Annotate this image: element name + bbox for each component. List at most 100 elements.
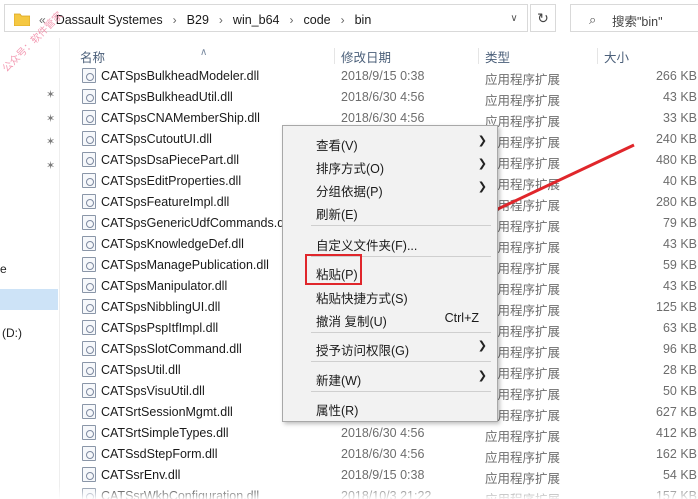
file-size: 50 KB	[662, 384, 697, 398]
file-name: CATSpsCNAMemberShip.dll	[101, 111, 260, 125]
column-divider[interactable]	[334, 48, 335, 64]
file-name: CATSpsBulkheadUtil.dll	[101, 90, 233, 104]
file-name: CATSpsPspItfImpl.dll	[101, 321, 219, 335]
menu-item-sort[interactable]: 排序方式(O) ❯	[283, 154, 497, 176]
file-size: 266 KB	[655, 69, 697, 83]
navigation-pane: ✶ ✶ ✶ ✶ e (D:)	[0, 38, 60, 499]
pin-icon: ✶	[46, 160, 56, 172]
file-size: 162 KB	[655, 447, 697, 461]
menu-separator	[311, 391, 491, 392]
file-size: 28 KB	[662, 363, 697, 377]
breadcrumb: « Dassault Systemes › B29 › win_b64 › co…	[39, 11, 374, 29]
dll-file-icon	[82, 152, 96, 167]
refresh-button[interactable]: ↻	[530, 4, 556, 32]
dll-file-icon	[82, 425, 96, 440]
menu-item-label: 分组依据(P)	[316, 185, 383, 199]
menu-item-customize-folder[interactable]: 自定义文件夹(F)...	[283, 231, 497, 253]
breadcrumb-item-win-b64[interactable]: win_b64	[230, 13, 283, 27]
file-name: CATSpsEditProperties.dll	[101, 174, 242, 188]
nav-item-partial[interactable]: e	[0, 262, 7, 276]
address-bar[interactable]: « Dassault Systemes › B29 › win_b64 › co…	[4, 4, 528, 32]
menu-item-label: 撤消 复制(U)	[316, 315, 387, 329]
column-divider[interactable]	[478, 48, 479, 64]
file-name: CATSpsKnowledgeDef.dll	[101, 237, 244, 251]
file-size: 412 KB	[655, 426, 697, 440]
menu-item-label: 粘贴快捷方式(S)	[316, 292, 408, 306]
file-row[interactable]: CATSpsBulkheadUtil.dll 2018/6/30 4:56 应用程序…	[60, 86, 698, 108]
menu-item-undo-copy[interactable]: 撤消 复制(U) Ctrl+Z	[283, 307, 497, 329]
file-size: 54 KB	[662, 468, 697, 482]
breadcrumb-item-bin[interactable]: bin	[352, 13, 375, 27]
file-name: CATSpsNibblingUI.dll	[101, 300, 221, 314]
dll-file-icon	[82, 131, 96, 146]
menu-item-new[interactable]: 新建(W) ❯	[283, 366, 497, 388]
file-row[interactable]: CATSpsBulkheadModeler.dll 2018/9/15 0:38 应…	[60, 65, 698, 87]
file-size: 59 KB	[662, 258, 697, 272]
menu-item-properties[interactable]: 属性(R)	[283, 396, 497, 418]
nav-item-selected[interactable]	[0, 289, 58, 310]
dll-file-icon	[82, 110, 96, 125]
column-divider[interactable]	[597, 48, 598, 64]
paste-highlight-box	[305, 254, 362, 285]
file-date: 2018/6/30 4:56	[341, 447, 425, 461]
column-header-size[interactable]: 大小	[604, 47, 629, 66]
bottom-fade	[0, 486, 698, 499]
file-name: CATSsdStepForm.dll	[101, 447, 218, 461]
file-row[interactable]: CATSsdStepForm.dll 2018/6/30 4:56 应用程序扩展 16…	[60, 443, 698, 465]
file-size: 480 KB	[655, 153, 697, 167]
file-row[interactable]: CATSrtSimpleTypes.dll 2018/6/30 4:56 应用程序扩…	[60, 422, 698, 444]
menu-item-label: 授予访问权限(G)	[316, 344, 410, 358]
file-date: 2018/9/15 0:38	[341, 69, 425, 83]
column-header-name[interactable]: 名称	[80, 47, 105, 66]
search-icon: ⌕	[589, 12, 597, 27]
file-name: CATSrtSimpleTypes.dll	[101, 426, 229, 440]
chevron-right-icon: ›	[172, 13, 177, 27]
chevron-right-icon: ›	[340, 13, 345, 27]
menu-separator	[311, 225, 491, 226]
file-name: CATSpsManagePublication.dll	[101, 258, 269, 272]
dll-file-icon	[82, 446, 96, 461]
menu-item-group[interactable]: 分组依据(P) ❯	[283, 177, 497, 199]
dll-file-icon	[82, 467, 96, 482]
pin-icon: ✶	[46, 89, 56, 101]
refresh-icon: ↻	[537, 10, 549, 26]
file-name: CATSpsManipulator.dll	[101, 279, 228, 293]
chevron-right-icon: ❯	[477, 158, 487, 170]
search-input[interactable]: ⌕ 搜索"bin"	[570, 4, 698, 32]
menu-item-label: 排序方式(O)	[316, 162, 385, 176]
column-header-type[interactable]: 类型	[485, 47, 510, 66]
file-size: 79 KB	[662, 216, 697, 230]
file-name: CATSpsDsaPiecePart.dll	[101, 153, 240, 167]
menu-item-grant-access[interactable]: 授予访问权限(G) ❯	[283, 336, 497, 358]
chevron-right-icon: ❯	[477, 135, 487, 147]
file-date: 2018/6/30 4:56	[341, 111, 425, 125]
file-size: 280 KB	[655, 195, 697, 209]
dll-file-icon	[82, 194, 96, 209]
file-name: CATSsrEnv.dll	[101, 468, 181, 482]
dll-file-icon	[82, 173, 96, 188]
nav-item-drive-d[interactable]: (D:)	[2, 326, 22, 340]
file-date: 2018/9/15 0:38	[341, 468, 425, 482]
breadcrumb-item-code[interactable]: code	[301, 13, 334, 27]
menu-item-refresh[interactable]: 刷新(E)	[283, 200, 497, 222]
column-header-date[interactable]: 修改日期	[341, 47, 391, 66]
file-row[interactable]: CATSsrEnv.dll 2018/9/15 0:38 应用程序扩展 54 KB	[60, 464, 698, 486]
menu-item-label: 属性(R)	[316, 404, 359, 418]
file-size: 125 KB	[655, 300, 697, 314]
dll-file-icon	[82, 341, 96, 356]
file-name: CATSpsBulkheadModeler.dll	[101, 69, 260, 83]
file-size: 240 KB	[655, 132, 697, 146]
menu-item-label: 自定义文件夹(F)...	[316, 239, 418, 253]
dll-file-icon	[82, 362, 96, 377]
menu-item-paste-shortcut[interactable]: 粘贴快捷方式(S)	[283, 284, 497, 306]
file-date: 2018/6/30 4:56	[341, 426, 425, 440]
file-name: CATSpsVisuUtil.dll	[101, 384, 205, 398]
search-placeholder: 搜索"bin"	[612, 15, 663, 29]
breadcrumb-item-b29[interactable]: B29	[184, 13, 212, 27]
breadcrumb-item-dassault[interactable]: Dassault Systemes	[53, 13, 166, 27]
file-size: 43 KB	[662, 279, 697, 293]
file-size: 627 KB	[655, 405, 697, 419]
folder-icon	[14, 13, 30, 26]
menu-item-view[interactable]: 查看(V) ❯	[283, 131, 497, 153]
address-dropdown-icon[interactable]: ∨	[505, 10, 523, 28]
